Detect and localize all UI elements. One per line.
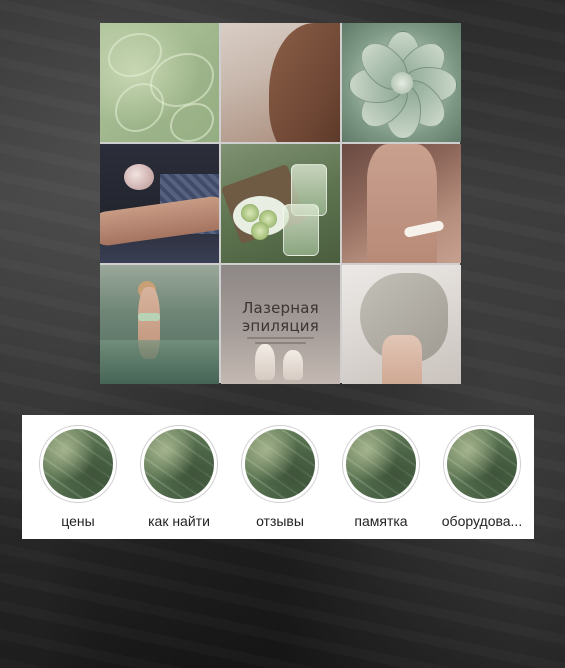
highlight-reviews[interactable]: отзывы [230, 425, 330, 529]
grid-post-draped-fabric[interactable] [342, 265, 461, 384]
highlight-label: памятка [354, 513, 408, 529]
highlight-equipment[interactable]: оборудова... [432, 425, 532, 529]
highlight-label: отзывы [256, 513, 304, 529]
highlight-cover [39, 425, 117, 503]
highlight-how-to-find[interactable]: как найти [129, 425, 229, 529]
grid-post-succulent[interactable] [342, 23, 461, 142]
highlight-prices[interactable]: цены [28, 425, 128, 529]
highlight-memo[interactable]: памятка [331, 425, 431, 529]
highlight-cover [140, 425, 218, 503]
post-title: Лазерная эпиляция [242, 299, 319, 335]
photo-grid: Лазерная эпиляция [100, 23, 461, 384]
grid-post-green-texture[interactable] [100, 23, 219, 142]
grid-post-arm-flowers[interactable] [100, 144, 219, 263]
highlight-label: оборудова... [441, 513, 523, 529]
highlight-label: цены [61, 513, 95, 529]
grid-post-woman-water[interactable] [100, 265, 219, 384]
grid-post-shoulder[interactable] [221, 23, 340, 142]
grid-post-cucumber-drinks[interactable] [221, 144, 340, 263]
highlight-cover [342, 425, 420, 503]
grid-post-laser-epilation[interactable]: Лазерная эпиляция [221, 265, 340, 384]
highlight-cover [241, 425, 319, 503]
grid-post-neck-cream[interactable] [342, 144, 461, 263]
highlight-cover [443, 425, 521, 503]
highlight-label: как найти [148, 513, 210, 529]
story-highlights: цены как найти отзывы памятка оборудова.… [22, 415, 534, 539]
